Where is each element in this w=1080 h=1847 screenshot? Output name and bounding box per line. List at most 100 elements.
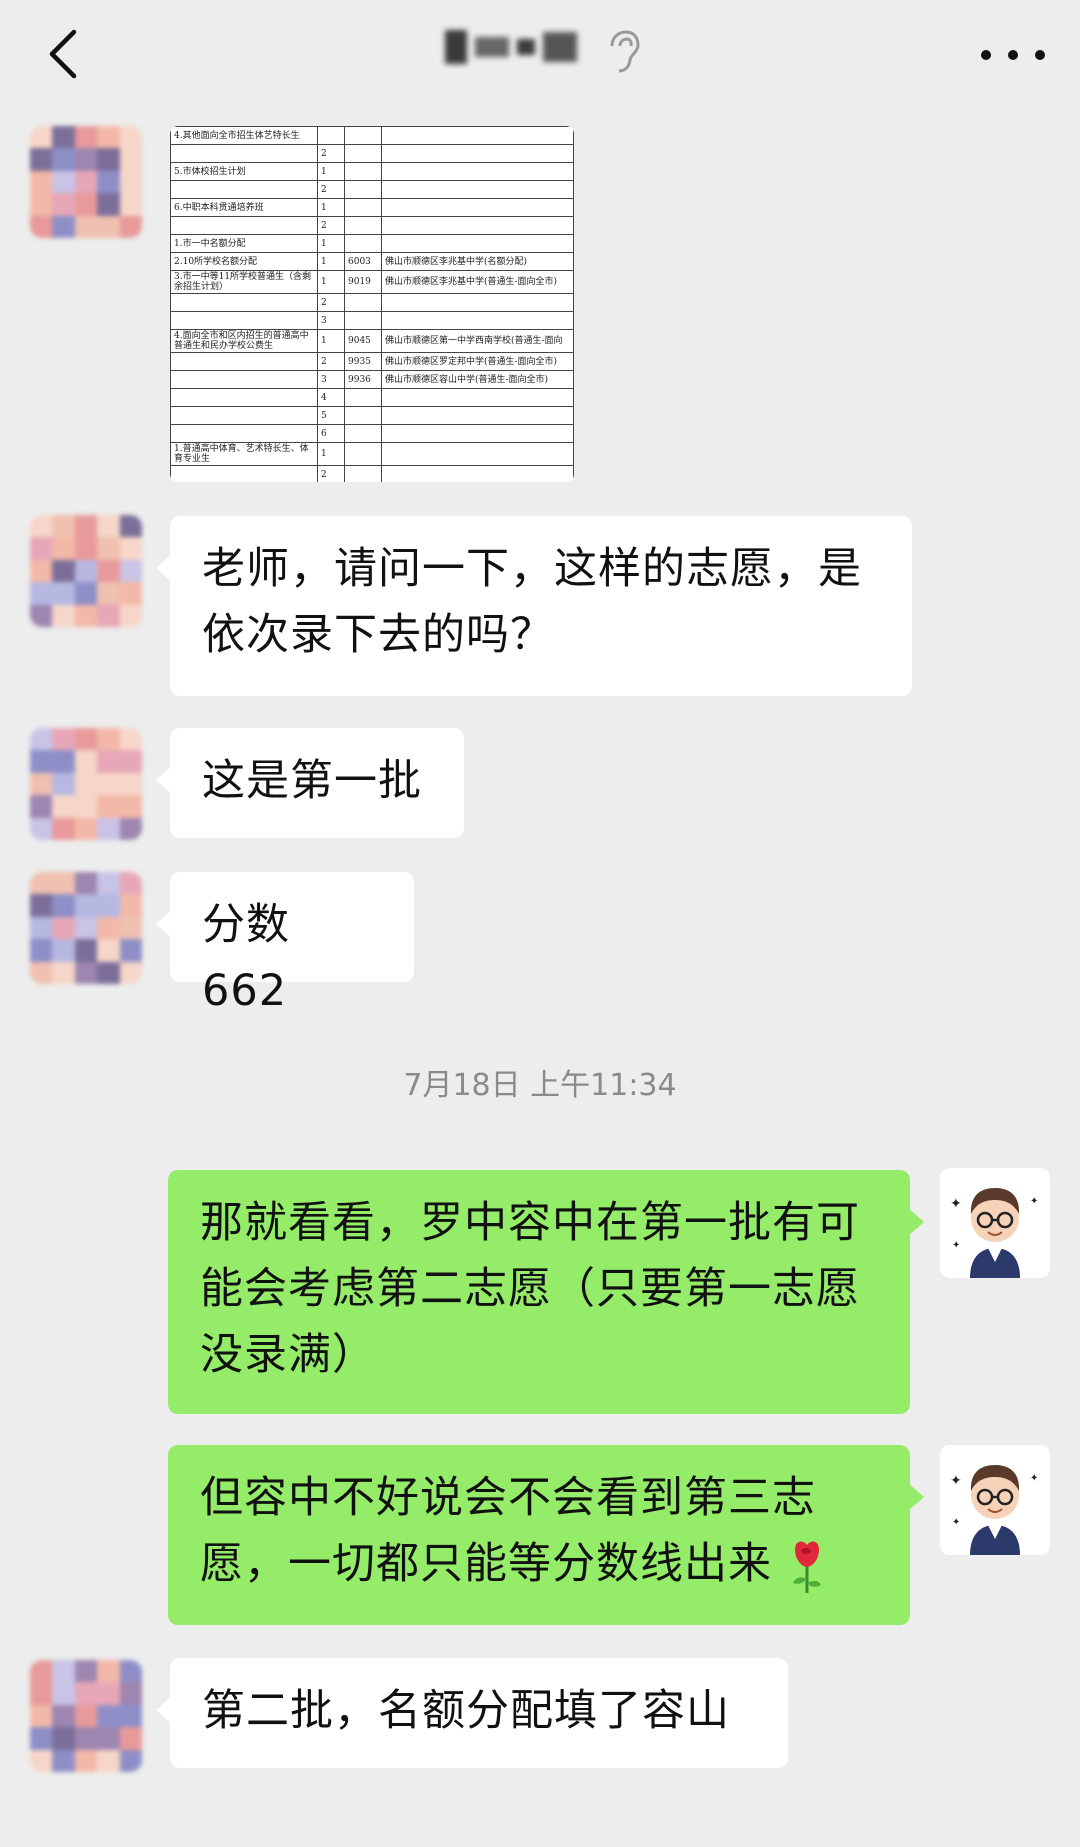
choice-number-cell: 2 <box>317 144 345 163</box>
form-category-cell: 4.其他面向全市招生体艺特长生 <box>170 126 318 145</box>
school-code-cell <box>344 293 382 312</box>
my-avatar[interactable]: ✦ ✦ ✦ <box>940 1445 1050 1555</box>
contact-name-blurred <box>445 30 577 64</box>
school-name-cell <box>381 234 574 253</box>
school-code-cell: 9936 <box>344 370 382 389</box>
choice-number-cell <box>317 126 345 145</box>
chevron-left-icon[interactable] <box>38 24 98 84</box>
table-row: 5.市体校招生计划 1 <box>170 162 574 181</box>
image-message-form-table[interactable]: 4.其他面向全市招生体艺特长生 2 5.市体校招生计划 1 2 6.中职本科贯通培养班 1 2… <box>170 126 574 482</box>
school-name-cell <box>381 216 574 235</box>
table-row: 6 <box>170 424 574 443</box>
message-text: 第二批，名额分配填了容山 <box>202 1686 730 1736</box>
form-category-cell: 5.市体校招生计划 <box>170 162 318 181</box>
svg-text:✦: ✦ <box>952 1517 960 1528</box>
table-row: 4.面向全市和区内招生的普通高中普通生和民办学校公费生 1 9045 佛山市顺德区第一… <box>170 329 574 353</box>
form-category-cell: 3.市一中等11所学校普通生（含剩余招生计划） <box>170 270 318 294</box>
contact-avatar[interactable] <box>30 126 142 238</box>
table-row: 2.10所学校名额分配 1 6003 佛山市顺德区李兆基中学(名额分配) <box>170 252 574 271</box>
contact-avatar[interactable] <box>30 1660 142 1772</box>
more-dots-icon[interactable] <box>978 40 1048 70</box>
table-row: 3 9936 佛山市顺德区容山中学(普通生-面向全市) <box>170 370 574 389</box>
choice-number-cell: 2 <box>317 180 345 199</box>
form-category-cell: 1.市一中名额分配 <box>170 234 318 253</box>
chat-header <box>0 0 1080 110</box>
ear-icon <box>610 30 640 73</box>
school-code-cell <box>344 465 382 482</box>
svg-text:✦: ✦ <box>1030 1196 1038 1207</box>
choice-number-cell: 4 <box>317 388 345 407</box>
table-row: 2 <box>170 293 574 312</box>
form-table: 4.其他面向全市招生体艺特长生 2 5.市体校招生计划 1 2 6.中职本科贯通培养班 1 2… <box>170 126 574 482</box>
message-bubble-received[interactable]: 老师，请问一下，这样的志愿，是依次录下去的吗？ <box>156 516 912 696</box>
message-text: 那就看看，罗中容中在第一批有可能会考虑第二志愿（只要第一志愿没录满） <box>200 1198 860 1380</box>
school-code-cell <box>344 126 382 145</box>
school-name-cell: 佛山市顺德区第一中学西南学校(普通生-面向 <box>381 329 574 353</box>
form-category-cell: 4.面向全市和区内招生的普通高中普通生和民办学校公费生 <box>170 329 318 353</box>
choice-number-cell: 3 <box>317 311 345 330</box>
school-code-cell: 9935 <box>344 352 382 371</box>
school-code-cell: 9019 <box>344 270 382 294</box>
contact-avatar[interactable] <box>30 872 142 984</box>
contact-avatar[interactable] <box>30 728 142 840</box>
school-code-cell <box>344 180 382 199</box>
table-row: 1.普通高中体育、艺术特长生、体育专业生 1 <box>170 442 574 466</box>
table-row: 2 <box>170 465 574 482</box>
message-bubble-received[interactable]: 第二批，名额分配填了容山 <box>156 1658 788 1768</box>
cartoon-avatar-icon: ✦ ✦ ✦ <box>950 1188 1038 1278</box>
choice-number-cell: 1 <box>317 270 345 294</box>
form-category-cell <box>170 144 318 163</box>
message-bubble-received[interactable]: 分数 662 <box>156 872 414 1016</box>
school-code-cell: 6003 <box>344 252 382 271</box>
message-bubble-sent[interactable]: 但容中不好说会不会看到第三志愿，一切都只能等分数线出来 <box>168 1445 924 1625</box>
svg-text:✦: ✦ <box>950 1473 962 1489</box>
table-row: 4 <box>170 388 574 407</box>
svg-text:✦: ✦ <box>1030 1473 1038 1484</box>
table-row: 1.市一中名额分配 1 <box>170 234 574 253</box>
form-category-cell <box>170 352 318 371</box>
form-category-cell <box>170 406 318 425</box>
table-row: 3.市一中等11所学校普通生（含剩余招生计划） 1 9019 佛山市顺德区李兆基中学(… <box>170 270 574 294</box>
form-category-cell <box>170 465 318 482</box>
school-name-cell: 佛山市顺德区李兆基中学(名额分配) <box>381 252 574 271</box>
table-row: 3 <box>170 311 574 330</box>
school-name-cell <box>381 311 574 330</box>
form-category-cell <box>170 180 318 199</box>
school-name-cell <box>381 424 574 443</box>
school-name-cell <box>381 465 574 482</box>
contact-avatar[interactable] <box>30 515 142 627</box>
school-name-cell <box>381 126 574 145</box>
school-name-cell <box>381 293 574 312</box>
message-bubble-sent[interactable]: 那就看看，罗中容中在第一批有可能会考虑第二志愿（只要第一志愿没录满） <box>168 1170 924 1414</box>
choice-number-cell: 2 <box>317 465 345 482</box>
choice-number-cell: 1 <box>317 234 345 253</box>
school-name-cell <box>381 162 574 181</box>
school-code-cell <box>344 234 382 253</box>
choice-number-cell: 1 <box>317 198 345 217</box>
school-code-cell: 9045 <box>344 329 382 353</box>
school-code-cell <box>344 216 382 235</box>
form-category-cell: 2.10所学校名额分配 <box>170 252 318 271</box>
choice-number-cell: 2 <box>317 216 345 235</box>
my-avatar[interactable]: ✦ ✦ ✦ <box>940 1168 1050 1278</box>
school-name-cell <box>381 198 574 217</box>
choice-number-cell: 5 <box>317 406 345 425</box>
form-category-cell <box>170 424 318 443</box>
school-code-cell <box>344 406 382 425</box>
table-row: 4.其他面向全市招生体艺特长生 <box>170 126 574 145</box>
choice-number-cell: 6 <box>317 424 345 443</box>
school-name-cell: 佛山市顺德区罗定邦中学(普通生-面向全市) <box>381 352 574 371</box>
table-row: 2 9935 佛山市顺德区罗定邦中学(普通生-面向全市) <box>170 352 574 371</box>
school-name-cell: 佛山市顺德区李兆基中学(普通生-面向全市) <box>381 270 574 294</box>
choice-number-cell: 2 <box>317 293 345 312</box>
form-category-cell <box>170 293 318 312</box>
form-category-cell: 6.中职本科贯通培养班 <box>170 198 318 217</box>
message-text: 老师，请问一下，这样的志愿，是依次录下去的吗？ <box>202 544 862 660</box>
message-text: 这是第一批 <box>202 756 422 806</box>
table-row: 5 <box>170 406 574 425</box>
svg-text:✦: ✦ <box>950 1196 962 1212</box>
table-row: 6.中职本科贯通培养班 1 <box>170 198 574 217</box>
message-bubble-received[interactable]: 这是第一批 <box>156 728 464 838</box>
school-code-cell <box>344 198 382 217</box>
message-text: 分数 662 <box>202 900 290 1016</box>
